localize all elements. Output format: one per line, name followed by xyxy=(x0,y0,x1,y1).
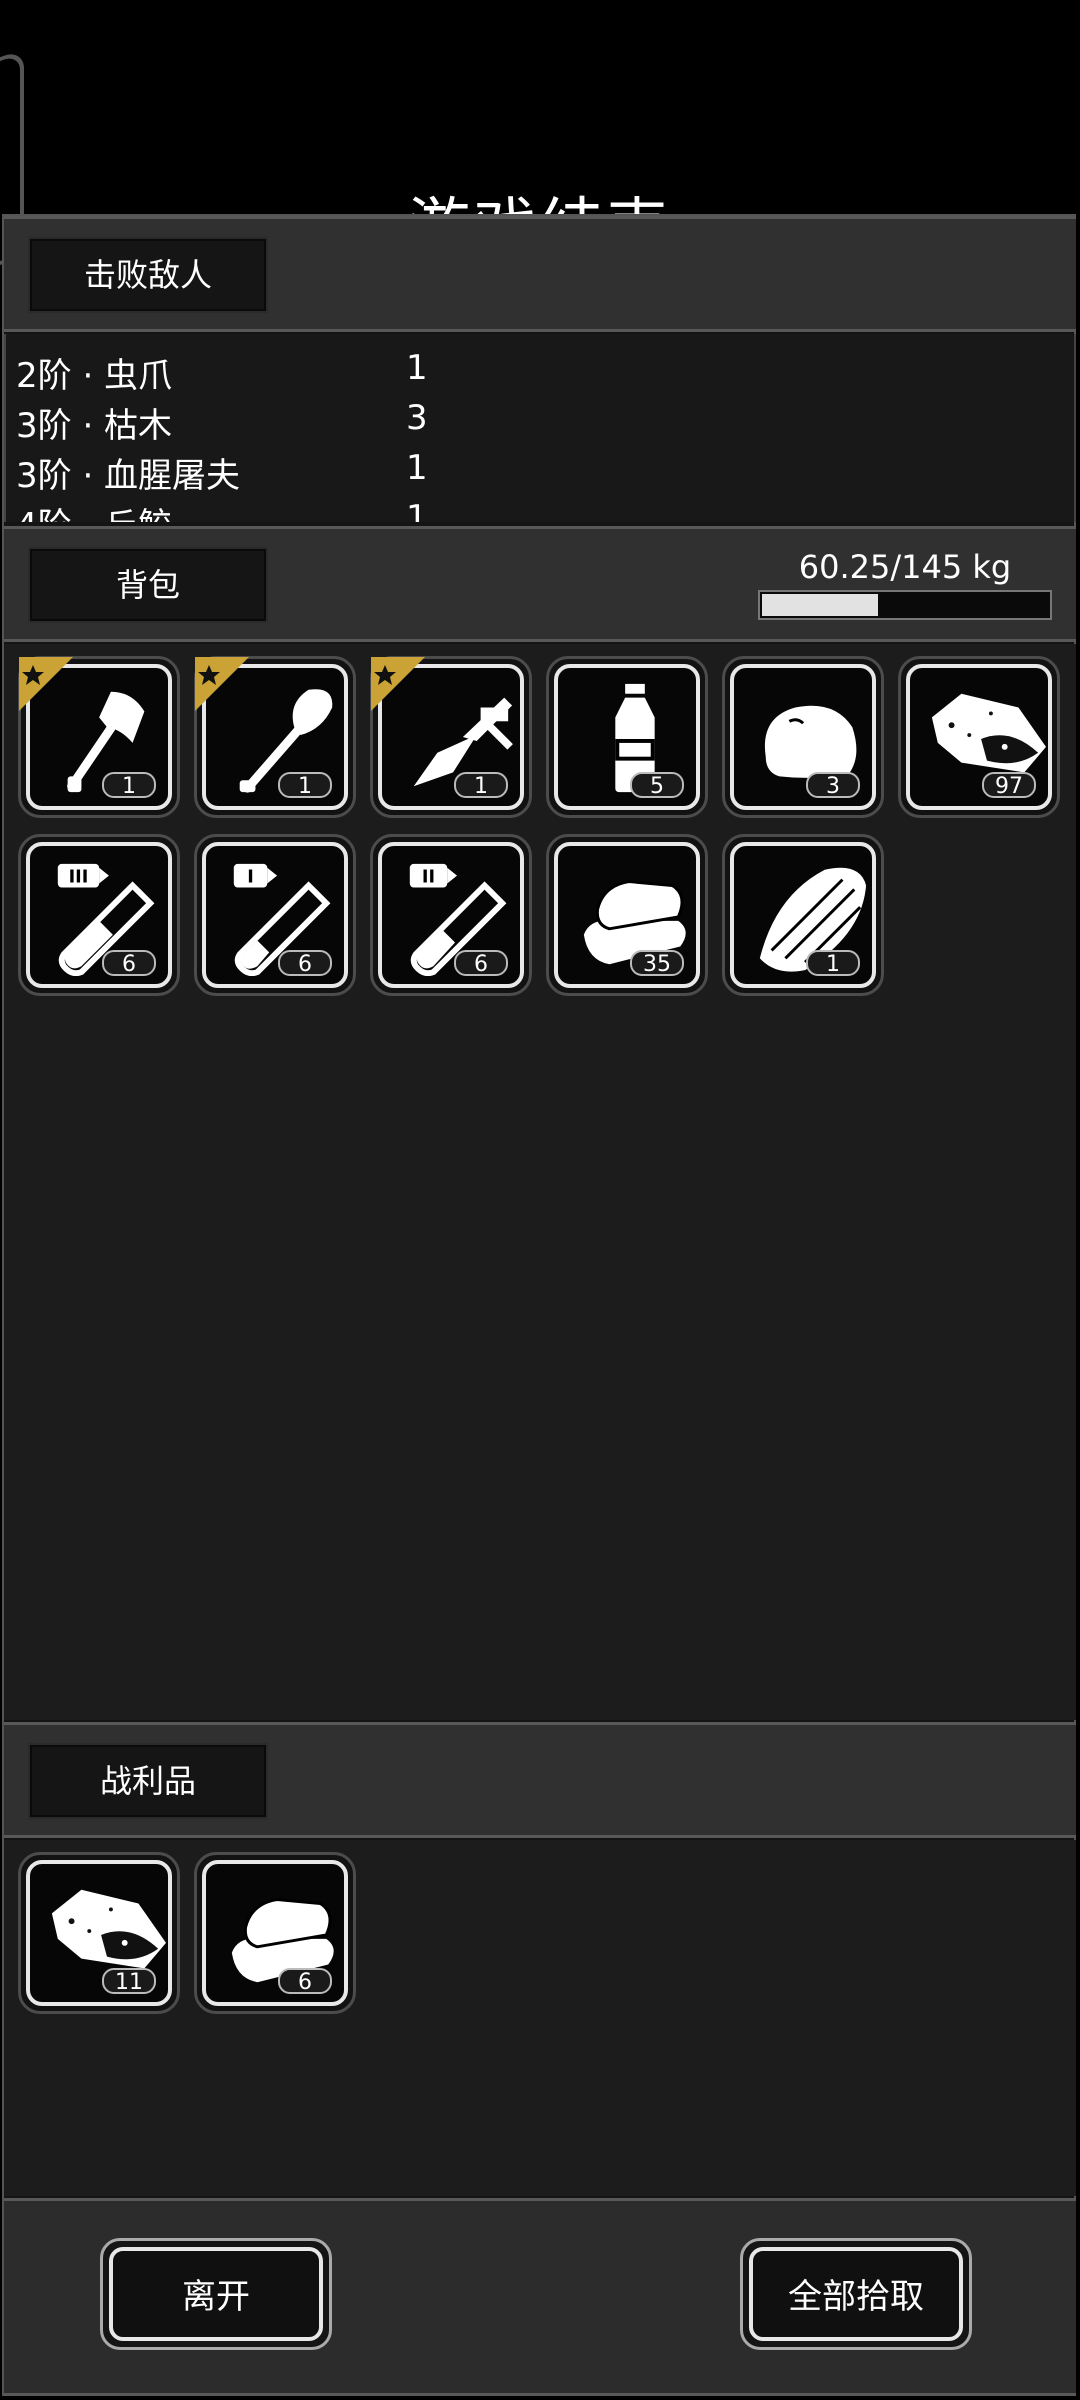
weight-bar xyxy=(758,590,1052,620)
backpack-slot[interactable]: I6 xyxy=(194,834,356,996)
defeated-tab-label: 击败敌人 xyxy=(28,237,268,313)
enemy-name: 4阶 · 丘鲛 xyxy=(16,506,172,522)
slot-frame: 11 xyxy=(26,1860,172,2006)
backpack-slot[interactable]: II 6 xyxy=(370,834,532,996)
slot-frame: 97 xyxy=(906,664,1052,810)
defeated-section-header: 击败敌人 xyxy=(4,216,1076,332)
backpack-grid: 1 1 1 5 3 97 III 6 I 6 II 6 35 1 xyxy=(4,644,1076,1720)
slot-frame: 35 xyxy=(554,842,700,988)
enemy-row: 3阶 · 血腥屠夫 xyxy=(16,448,240,497)
backpack-slot[interactable]: 97 xyxy=(898,656,1060,818)
backpack-slot[interactable]: 1 xyxy=(194,656,356,818)
item-count-badge: 6 xyxy=(278,1968,332,1995)
item-count-badge: 6 xyxy=(102,950,156,977)
star-rank-icon xyxy=(371,657,425,711)
enemy-row: 4阶 · 丘鲛 xyxy=(16,498,172,522)
svg-text:I: I xyxy=(247,868,254,888)
slot-frame: 6 xyxy=(202,1860,348,2006)
item-count-badge: 3 xyxy=(806,772,860,799)
enemy-count: 1 xyxy=(406,498,428,522)
enemy-name: 3阶 · 枯木 xyxy=(16,406,173,446)
slot-frame: I6 xyxy=(202,842,348,988)
backpack-slot[interactable]: 35 xyxy=(546,834,708,996)
slot-frame: II 6 xyxy=(378,842,524,988)
loot-grid: 11 6 xyxy=(4,1840,1076,2196)
enemy-name: 2阶 · 虫爪 xyxy=(16,356,173,396)
pickup-all-button[interactable]: 全部拾取 xyxy=(740,2238,972,2350)
slot-frame: 1 xyxy=(730,842,876,988)
backpack-slot[interactable]: 5 xyxy=(546,656,708,818)
svg-text:II: II xyxy=(422,868,435,888)
item-count-badge: 11 xyxy=(102,1968,156,1995)
enemy-count: 1 xyxy=(406,348,428,388)
loot-slot[interactable]: 11 xyxy=(18,1852,180,2014)
loot-section-header: 战利品 xyxy=(4,1722,1076,1838)
item-count-badge: 35 xyxy=(630,950,684,977)
leave-button[interactable]: 离开 xyxy=(100,2238,332,2350)
svg-text:III: III xyxy=(69,868,89,888)
enemy-name: 3阶 · 血腥屠夫 xyxy=(16,456,241,496)
pickup-all-button-label: 全部拾取 xyxy=(749,2247,963,2341)
loot-tab-label: 战利品 xyxy=(28,1743,268,1819)
backpack-slot[interactable]: III 6 xyxy=(18,834,180,996)
item-count-badge: 1 xyxy=(102,772,156,799)
star-rank-icon xyxy=(195,657,249,711)
slot-frame: III 6 xyxy=(26,842,172,988)
enemy-row: 2阶 · 虫爪 xyxy=(16,348,172,397)
item-count-badge: 1 xyxy=(806,950,860,977)
backpack-slot[interactable]: 3 xyxy=(722,656,884,818)
enemy-count: 3 xyxy=(406,398,428,438)
backpack-slot[interactable]: 1 xyxy=(18,656,180,818)
item-count-badge: 6 xyxy=(278,950,332,977)
enemy-row: 3阶 · 枯木 xyxy=(16,398,172,447)
loot-slot[interactable]: 6 xyxy=(194,1852,356,2014)
item-count-badge: 1 xyxy=(278,772,332,799)
item-count-badge: 97 xyxy=(982,772,1036,799)
defeated-enemy-list[interactable]: 2阶 · 虫爪 1 3阶 · 枯木 3 3阶 · 血腥屠夫 1 4阶 · 丘鲛 … xyxy=(4,334,1076,522)
backpack-slot[interactable]: 1 xyxy=(722,834,884,996)
weight-readout: 60.25/145 kg xyxy=(798,548,1012,586)
weight-bar-fill xyxy=(762,594,879,616)
item-count-badge: 6 xyxy=(454,950,508,977)
star-rank-icon xyxy=(19,657,73,711)
slot-frame: 3 xyxy=(730,664,876,810)
enemy-count: 1 xyxy=(406,448,428,488)
backpack-tab-label: 背包 xyxy=(28,547,268,623)
leave-button-label: 离开 xyxy=(109,2247,323,2341)
item-count-badge: 5 xyxy=(630,772,684,799)
backpack-slot[interactable]: 1 xyxy=(370,656,532,818)
item-count-badge: 1 xyxy=(454,772,508,799)
slot-frame: 5 xyxy=(554,664,700,810)
